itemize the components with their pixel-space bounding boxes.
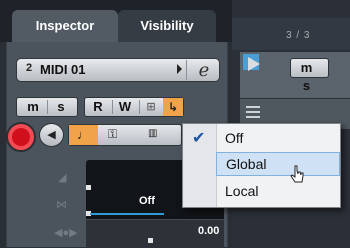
fader-marker bbox=[86, 185, 91, 190]
note-icon: ♩ bbox=[77, 127, 90, 142]
pan-icon: ◀●▶ bbox=[54, 227, 78, 239]
fader-level-line bbox=[90, 213, 164, 215]
pan-value: 0.00 bbox=[198, 225, 220, 237]
tab-visibility[interactable]: Visibility bbox=[118, 10, 216, 42]
volume-ramp-icon: ◢ bbox=[58, 172, 67, 184]
checkmark-icon: ✔ bbox=[192, 130, 206, 147]
pan-marker bbox=[148, 238, 153, 243]
track-mute-solo-buttons[interactable]: m s bbox=[290, 58, 329, 93]
track-number: 2 bbox=[26, 62, 33, 74]
grid-view-button[interactable]: ⊞ bbox=[141, 98, 161, 116]
routing-icon: ↳ bbox=[167, 100, 179, 114]
mute-button[interactable]: m bbox=[21, 98, 45, 116]
fader-value: Off bbox=[139, 195, 155, 207]
record-icon bbox=[12, 128, 30, 146]
mouse-pointer-icon bbox=[290, 165, 304, 183]
track-list-icon bbox=[246, 106, 260, 108]
track-counter: 3 / 3 bbox=[286, 30, 311, 41]
automation-button-group: R W ⊞ ↳ bbox=[84, 97, 184, 117]
edit-instrument-icon: ℯ bbox=[198, 60, 210, 80]
track-title: MIDI 01 bbox=[40, 62, 86, 77]
mute-solo-group: m s bbox=[16, 97, 78, 117]
keyboard-icon[interactable]: ▥ bbox=[148, 128, 157, 139]
lock-icon[interactable]: ⚿ bbox=[108, 127, 117, 142]
speaker-icon: ◀ bbox=[47, 129, 56, 141]
solo-button[interactable]: s bbox=[49, 98, 73, 116]
expand-arrow-icon[interactable] bbox=[177, 64, 182, 74]
pan-link-icon: ⋈ bbox=[56, 199, 67, 211]
write-automation-button[interactable]: W bbox=[114, 98, 136, 116]
edit-instrument-button[interactable]: ℯ bbox=[186, 60, 221, 80]
routing-button[interactable]: ↳ bbox=[163, 98, 183, 116]
menu-item-global[interactable]: Global bbox=[216, 152, 340, 176]
read-automation-button[interactable]: R bbox=[87, 98, 109, 116]
menu-item-off[interactable]: Off bbox=[216, 126, 340, 150]
menu-item-local[interactable]: Local bbox=[216, 179, 340, 203]
monitor-button[interactable]: ◀ bbox=[39, 123, 64, 147]
tab-inspector[interactable]: Inspector bbox=[12, 10, 118, 42]
note-mode-button[interactable]: ♩ bbox=[69, 125, 98, 145]
track-arrow-icon bbox=[248, 57, 260, 71]
